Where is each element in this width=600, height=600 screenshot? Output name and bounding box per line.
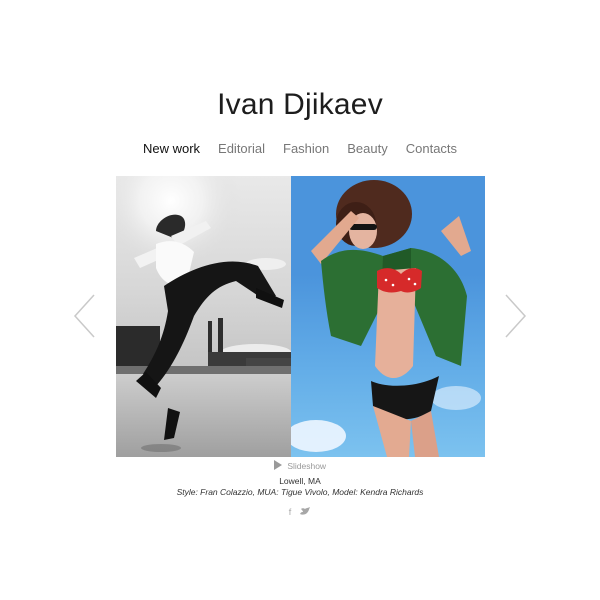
photo-black-white-model[interactable] [116, 176, 291, 457]
twitter-icon-shape [300, 507, 311, 515]
nav-item-beauty[interactable]: Beauty [347, 141, 387, 156]
social-links: f [0, 506, 600, 519]
slideshow-label: Slideshow [287, 461, 327, 471]
photo-slider[interactable] [116, 176, 485, 457]
prev-slide-button[interactable] [72, 293, 98, 339]
slideshow-toggle[interactable]: Slideshow [0, 460, 600, 472]
facebook-icon[interactable]: f [289, 506, 292, 519]
page: Ivan Djikaev New work Editorial Fashion … [0, 0, 600, 600]
site-title[interactable]: Ivan Djikaev [0, 88, 600, 122]
next-slide-button[interactable] [502, 293, 528, 339]
main-nav: New work Editorial Fashion Beauty Contac… [0, 141, 600, 156]
chevron-left-icon [73, 294, 95, 338]
photo-credits-caption: Style: Fran Colazzio, MUA: Tigue Vivolo,… [176, 487, 424, 497]
nav-item-new-work[interactable]: New work [143, 141, 200, 156]
twitter-icon[interactable] [299, 506, 311, 519]
photo-color-model[interactable] [291, 176, 485, 457]
nav-item-contacts[interactable]: Contacts [406, 141, 457, 156]
photo-location-caption: Lowell, MA [279, 476, 321, 486]
nav-item-editorial[interactable]: Editorial [218, 141, 265, 156]
play-icon [273, 460, 282, 470]
nav-item-fashion[interactable]: Fashion [283, 141, 329, 156]
color-photo-art [291, 180, 481, 457]
chevron-right-icon [505, 294, 527, 338]
bw-photo-art [116, 176, 291, 457]
